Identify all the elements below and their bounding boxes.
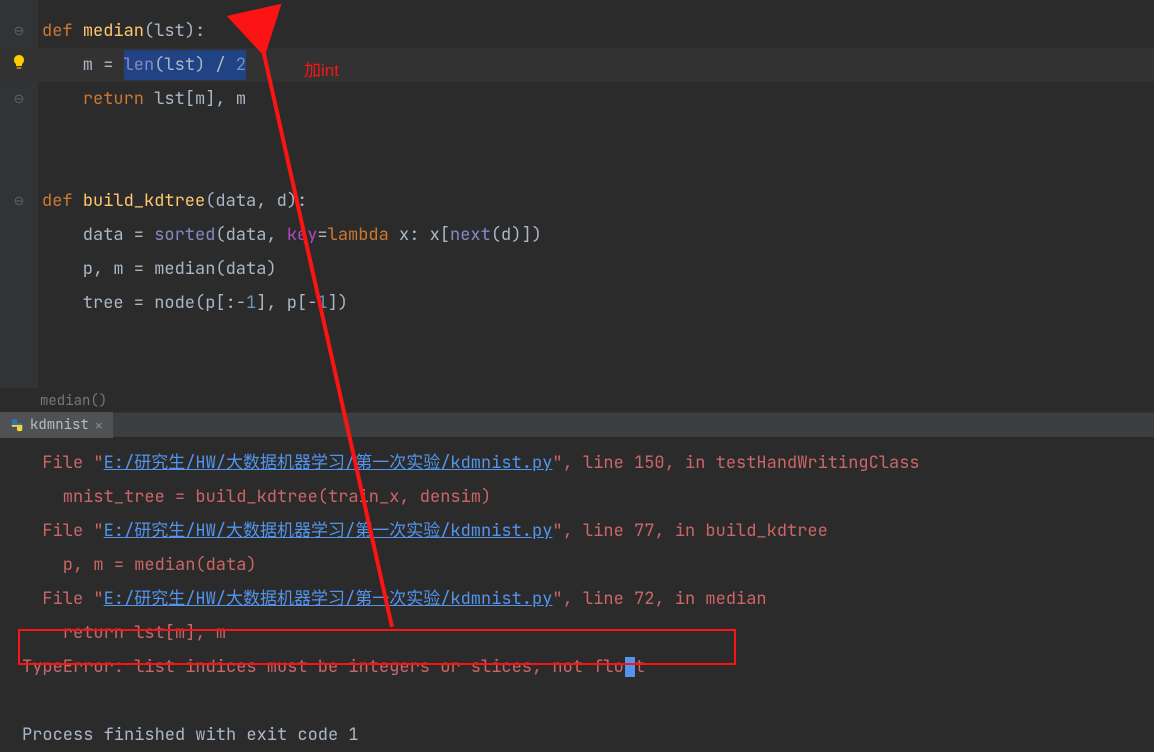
annotation-text: 加int	[304, 56, 339, 81]
breadcrumb: median()	[0, 388, 1154, 412]
code-token: len	[124, 54, 155, 76]
traceback-line: mnist_tree = build_kdtree(train_x, densi…	[22, 480, 1154, 514]
traceback-line: File "E:/研究生/HW/大数据机器学习/第一次实验/kdmnist.py…	[22, 582, 1154, 616]
code-token: (d)])	[491, 224, 542, 246]
tab-kdmnist[interactable]: kdmnist ✕	[0, 412, 113, 438]
code-token: ])	[328, 292, 348, 314]
code-token: build_kdtree	[83, 190, 205, 212]
code-token: median	[83, 20, 144, 42]
code-line[interactable]	[0, 150, 1154, 184]
error-message: TypeError: list indices must be integers…	[22, 650, 1154, 684]
fold-icon[interactable]: ⊖	[0, 184, 38, 218]
code-token: (data, d):	[205, 190, 307, 212]
code-line[interactable]	[0, 320, 1154, 354]
code-token: (lst) /	[154, 54, 236, 76]
code-line[interactable]	[0, 116, 1154, 150]
code-line[interactable]: p, m = median(data)	[0, 252, 1154, 286]
code-token: 2	[236, 54, 246, 76]
code-token: 1	[246, 292, 256, 314]
traceback-file-link[interactable]: E:/研究生/HW/大数据机器学习/第一次实验/kdmnist.py	[104, 520, 553, 542]
code-token	[42, 88, 83, 110]
traceback-file-link[interactable]: E:/研究生/HW/大数据机器学习/第一次实验/kdmnist.py	[104, 452, 553, 474]
code-token: (lst):	[144, 20, 205, 42]
code-token: sorted	[154, 224, 215, 246]
python-file-icon	[10, 418, 24, 432]
intention-bulb-icon[interactable]	[0, 48, 38, 82]
code-token: x: x[	[399, 224, 450, 246]
tab-label: kdmnist	[30, 416, 89, 434]
traceback-file-link[interactable]: E:/研究生/HW/大数据机器学习/第一次实验/kdmnist.py	[104, 588, 553, 610]
code-token: data =	[42, 224, 154, 246]
code-token: (data,	[215, 224, 286, 246]
code-line[interactable]: m = len(lst) / 2	[0, 48, 1154, 82]
code-token: def	[42, 190, 83, 212]
code-token: ], p[-	[256, 292, 317, 314]
code-token: return	[83, 88, 154, 110]
code-token: tree = node(p[:-	[42, 292, 246, 314]
traceback-line: File "E:/研究生/HW/大数据机器学习/第一次实验/kdmnist.py…	[22, 514, 1154, 548]
process-exit-line: Process finished with exit code 1	[22, 718, 1154, 752]
code-token: m =	[42, 54, 124, 76]
code-token: lambda	[328, 224, 399, 246]
console-tab-bar: kdmnist ✕	[0, 412, 1154, 438]
code-token: next	[450, 224, 491, 246]
traceback-line: return lst[m], m	[22, 616, 1154, 650]
code-token: p, m = median(data)	[42, 258, 277, 280]
code-line[interactable]: tree = node(p[:-1], p[-1])	[0, 286, 1154, 320]
code-token: key	[287, 224, 318, 246]
traceback-line: File "E:/研究生/HW/大数据机器学习/第一次实验/kdmnist.py…	[22, 446, 1154, 480]
close-icon[interactable]: ✕	[95, 417, 103, 434]
code-line[interactable]: ⊖ return lst[m], m	[0, 82, 1154, 116]
traceback-line: p, m = median(data)	[22, 548, 1154, 582]
console-cursor	[625, 657, 635, 677]
code-line[interactable]: data = sorted(data, key=lambda x: x[next…	[0, 218, 1154, 252]
fold-icon[interactable]: ⊖	[0, 14, 38, 48]
code-token: 1	[317, 292, 327, 314]
text-selection: len(lst) / 2	[124, 50, 246, 80]
fold-icon[interactable]: ⊖	[0, 82, 38, 116]
code-line[interactable]: ⊖def median(lst):	[0, 14, 1154, 48]
code-token: def	[42, 20, 83, 42]
code-line[interactable]: ⊖def build_kdtree(data, d):	[0, 184, 1154, 218]
code-token: lst[m], m	[154, 88, 246, 110]
code-token: =	[317, 224, 327, 246]
run-console[interactable]: File "E:/研究生/HW/大数据机器学习/第一次实验/kdmnist.py…	[0, 438, 1154, 752]
code-editor[interactable]: ⊖def median(lst): m = len(lst) / 2⊖ retu…	[0, 0, 1154, 388]
